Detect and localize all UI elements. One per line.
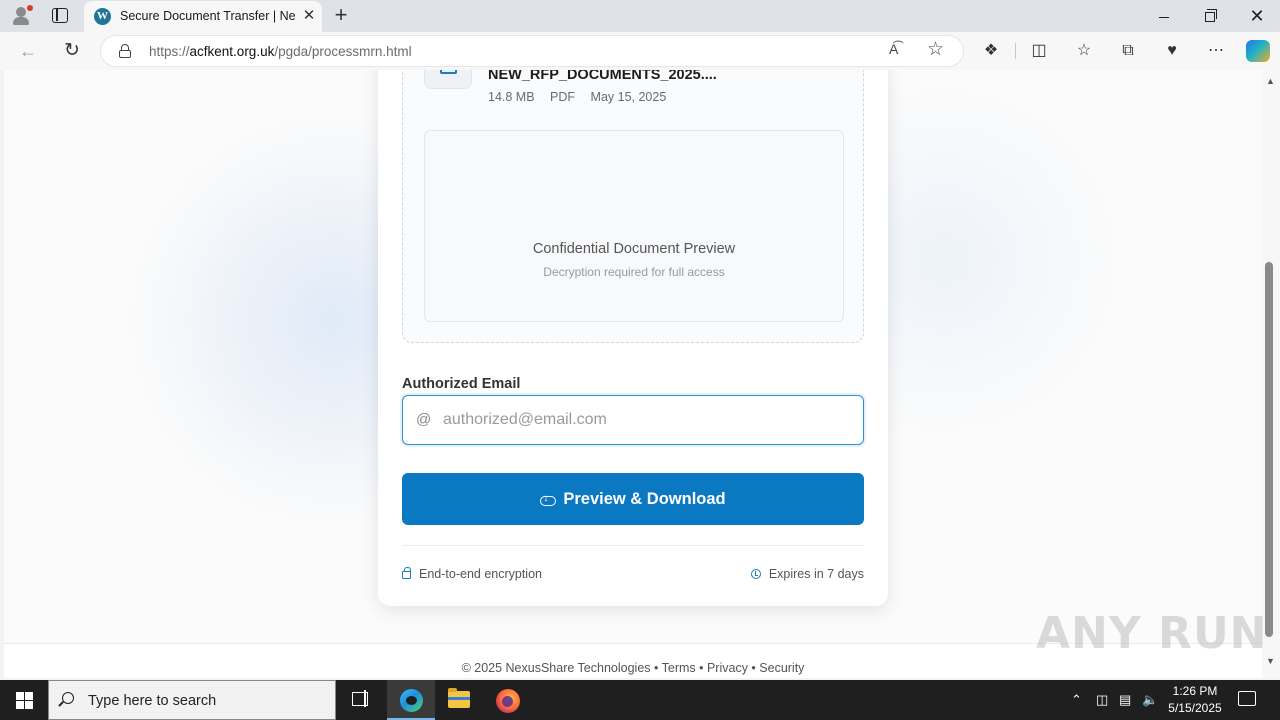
favorites-icon[interactable]: ☆ [1073, 40, 1095, 62]
show-hidden-icons-button[interactable]: ⌃ [1071, 680, 1082, 720]
notification-icon[interactable] [1238, 691, 1256, 706]
transfer-card: NEW_RFP_DOCUMENTS_2025.... 14.8 MB PDF M… [378, 70, 888, 606]
restore-button[interactable] [1187, 0, 1233, 32]
browser-toolbar: ← ↻ https://acfkent.org.uk/pgda/processm… [0, 32, 1280, 70]
taskbar-clock[interactable]: 1:26 PM 5/15/2025 [1160, 683, 1230, 717]
clock-icon [750, 569, 761, 579]
cloud-download-icon [540, 493, 557, 507]
clock-date: 5/15/2025 [1168, 701, 1222, 715]
page-viewport: NEW_RFP_DOCUMENTS_2025.... 14.8 MB PDF M… [4, 70, 1262, 678]
document-panel: NEW_RFP_DOCUMENTS_2025.... 14.8 MB PDF M… [402, 70, 864, 343]
card-divider [402, 545, 864, 546]
browser-essentials-icon[interactable]: ♥ [1161, 40, 1183, 62]
toolbar-divider [1015, 43, 1016, 59]
browser-tab-strip: W Secure Document Transfer | Nexus ✕ + ✕ [0, 0, 1280, 32]
taskbar-search-placeholder: Type here to search [88, 693, 217, 709]
read-aloud-icon[interactable]: A͡ [889, 41, 898, 57]
document-meta: 14.8 MB PDF May 15, 2025 [488, 90, 678, 104]
page-scrollbar[interactable]: ▲ ▼ [1262, 70, 1280, 678]
tab-title: Secure Document Transfer | Nexus [120, 9, 296, 23]
copilot-icon[interactable] [1246, 40, 1270, 62]
firefox-button[interactable] [484, 680, 532, 720]
settings-more-icon[interactable]: ⋯ [1205, 40, 1227, 62]
profile-icon[interactable] [10, 5, 33, 27]
favorite-star-icon[interactable]: ☆ [927, 38, 944, 61]
address-bar[interactable]: https://acfkent.org.uk/pgda/processmrn.h… [100, 35, 964, 67]
document-size: 14.8 MB [488, 90, 535, 104]
reload-button[interactable]: ↻ [59, 39, 85, 63]
start-button[interactable] [0, 680, 48, 720]
windows-taskbar: Type here to search ⌃ ◫ ▤ 🔈 1:26 PM 5/15… [0, 680, 1280, 720]
url-text[interactable]: https://acfkent.org.uk/pgda/processmrn.h… [149, 44, 412, 59]
taskbar-search[interactable]: Type here to search [48, 680, 336, 720]
extensions-icon[interactable]: ❖ [980, 40, 1002, 62]
at-sign-icon: @ [416, 411, 432, 428]
clock-time: 1:26 PM [1172, 684, 1218, 698]
expiry-note: Expires in 7 days [750, 567, 864, 581]
collections-icon[interactable]: ⧉ [1117, 40, 1139, 62]
task-view-button[interactable] [336, 680, 384, 720]
edge-taskbar-button[interactable] [387, 680, 435, 720]
file-explorer-button[interactable] [435, 680, 483, 720]
back-button[interactable]: ← [15, 39, 41, 63]
minimize-button[interactable] [1141, 0, 1187, 32]
folder-icon [448, 688, 470, 708]
new-tab-button[interactable]: + [330, 3, 352, 27]
document-preview[interactable]: Confidential Document Preview Decryption… [424, 130, 844, 322]
preview-subtitle: Decryption required for full access [543, 265, 725, 279]
browser-tab[interactable]: W Secure Document Transfer | Nexus ✕ [84, 1, 322, 32]
page-footer-text[interactable]: © 2025 NexusShare Technologies • Terms •… [4, 661, 1262, 675]
email-label: Authorized Email [402, 376, 521, 392]
device-icon[interactable]: ◫ [1096, 680, 1108, 720]
pdf-file-icon [424, 70, 472, 89]
search-icon [62, 692, 74, 704]
wordpress-icon: W [94, 8, 111, 25]
scrollbar-thumb[interactable] [1265, 262, 1273, 637]
firefox-icon [496, 689, 520, 713]
document-date: May 15, 2025 [590, 90, 667, 104]
preview-download-button[interactable]: Preview & Download [402, 473, 864, 525]
scroll-up-arrow-icon[interactable]: ▲ [1266, 76, 1275, 86]
lock-icon[interactable] [119, 44, 131, 58]
tab-actions-icon[interactable] [52, 8, 68, 23]
lock-icon [402, 567, 411, 579]
window-close-button[interactable]: ✕ [1234, 0, 1280, 32]
tab-close-icon[interactable]: ✕ [300, 6, 318, 26]
split-screen-icon[interactable]: ◫ [1028, 40, 1050, 62]
preview-title: Confidential Document Preview [532, 241, 736, 257]
network-icon[interactable]: ▤ [1119, 680, 1131, 720]
anyrun-watermark: ANY RUN [1036, 608, 1268, 659]
email-field-container[interactable]: @ [402, 395, 864, 445]
encryption-note: End-to-end encryption [402, 567, 542, 581]
email-field[interactable] [443, 408, 843, 432]
volume-icon[interactable]: 🔈 [1142, 680, 1158, 720]
task-view-icon [352, 690, 368, 707]
edge-icon [400, 689, 423, 712]
document-type: PDF [550, 90, 576, 104]
document-name: NEW_RFP_DOCUMENTS_2025.... [488, 70, 717, 83]
